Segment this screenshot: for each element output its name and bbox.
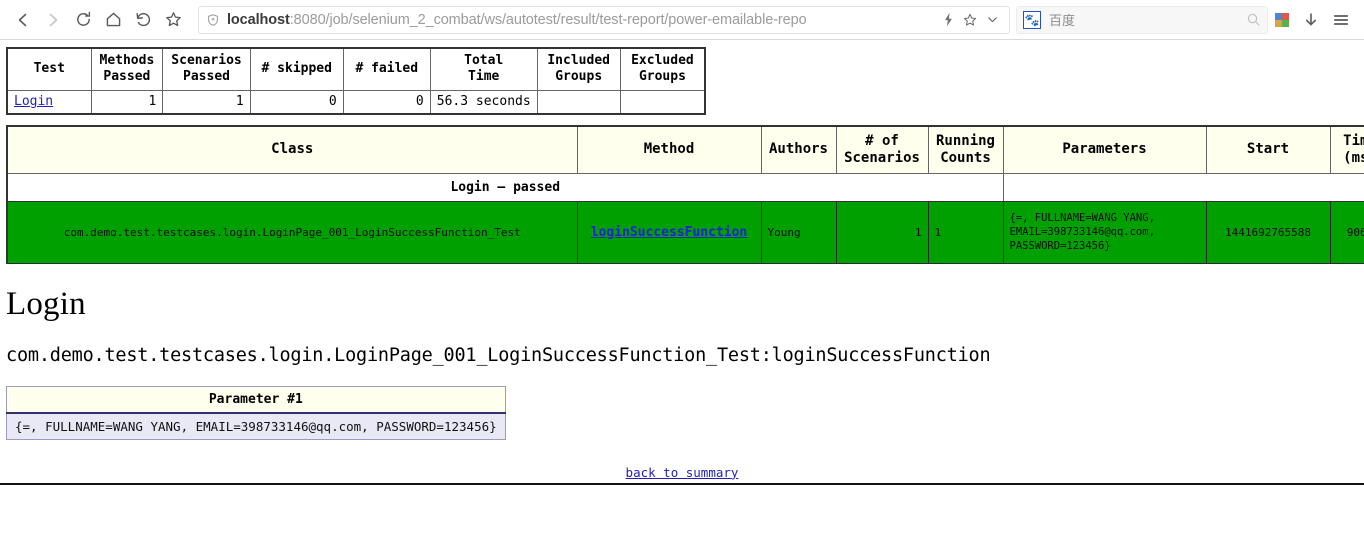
summary-header-scenarios-passed: Scenarios Passed bbox=[162, 47, 251, 91]
label-line2: Passed bbox=[103, 69, 151, 85]
reload-button[interactable] bbox=[68, 5, 98, 35]
summary-header-total-time: Total Time bbox=[429, 47, 538, 91]
suite-banner-blank bbox=[1002, 173, 1364, 202]
summary-header-methods-passed: Methods Passed bbox=[90, 47, 164, 91]
detail-header-scenarios: # of Scenarios bbox=[835, 125, 929, 174]
label-line2: Groups bbox=[555, 69, 603, 85]
summary-cell-total-time: 56.3 seconds bbox=[429, 89, 538, 115]
label-line2: Time bbox=[468, 69, 500, 85]
detail-cell-authors: Young bbox=[760, 200, 837, 264]
summary-header-row: Test Methods Passed Scenarios Passed # ski… bbox=[6, 47, 706, 91]
label-line2: Scenarios bbox=[844, 149, 920, 166]
summary-cell-scenarios-passed: 1 bbox=[162, 89, 251, 115]
apps-grid-icon[interactable] bbox=[1268, 12, 1296, 27]
summary-header-included-groups: Included Groups bbox=[536, 47, 621, 91]
summary-header-skipped: # skipped bbox=[249, 47, 344, 91]
detail-header-authors: Authors bbox=[760, 125, 837, 174]
table-row: com.demo.test.testcases.login.LoginPage_… bbox=[6, 200, 1364, 264]
summary-cell-methods-passed: 1 bbox=[90, 89, 164, 115]
hamburger-menu-icon[interactable] bbox=[1326, 5, 1356, 35]
summary-header-failed: # failed bbox=[342, 47, 431, 91]
lightning-icon[interactable] bbox=[937, 8, 959, 32]
detail-cell-class: com.demo.test.testcases.login.LoginPage_… bbox=[6, 200, 578, 264]
label-line1: Scenarios bbox=[171, 53, 242, 68]
detail-cell-method[interactable]: loginSuccessFunction bbox=[576, 200, 762, 264]
label-line1: Excluded bbox=[631, 53, 694, 68]
label-line2: (ms) bbox=[1343, 149, 1364, 166]
detail-header-row: Class Method Authors # of Scenarios Runni… bbox=[6, 125, 1364, 174]
label-line1: # of bbox=[865, 133, 899, 149]
parameter-header-row: Parameter #1 bbox=[6, 385, 506, 414]
search-box[interactable]: 🐾 百度 bbox=[1016, 5, 1268, 34]
detail-header-time-ms: Time(ms) bbox=[1329, 125, 1364, 174]
label-line1: Time bbox=[1343, 133, 1364, 149]
summary-header-test: Test bbox=[6, 47, 92, 91]
test-link-login[interactable]: Login bbox=[14, 94, 53, 109]
parameter-header-label: Parameter #1 bbox=[6, 385, 506, 414]
bookmark-star-button[interactable] bbox=[158, 5, 188, 35]
label-line2: Passed bbox=[183, 69, 230, 85]
url-host: localhost bbox=[227, 11, 290, 28]
detail-table: Class Method Authors # of Scenarios Runni… bbox=[6, 125, 1364, 264]
summary-table: Test Methods Passed Scenarios Passed # ski… bbox=[6, 47, 707, 115]
summary-cell-excluded-groups bbox=[619, 89, 706, 115]
parameter-value-cell: {=, FULLNAME=WANG YANG, EMAIL=398733146@… bbox=[6, 412, 506, 440]
method-link-loginSuccessFunction[interactable]: loginSuccessFunction bbox=[591, 225, 748, 240]
table-row: {=, FULLNAME=WANG YANG, EMAIL=398733146@… bbox=[6, 412, 506, 440]
summary-header-excluded-groups: Excluded Groups bbox=[619, 47, 706, 91]
history-button[interactable] bbox=[128, 5, 158, 35]
suite-banner-row: Login — passed bbox=[6, 173, 1364, 202]
search-engine-label: 百度 bbox=[1049, 14, 1076, 29]
detail-cell-parameters: {=, FULLNAME=WANG YANG, EMAIL=398733146@… bbox=[1002, 200, 1207, 264]
detail-cell-time-ms: 9065 bbox=[1329, 200, 1364, 264]
download-arrow-icon[interactable] bbox=[1296, 5, 1326, 35]
home-button[interactable] bbox=[98, 5, 128, 35]
detail-header-parameters: Parameters bbox=[1002, 125, 1207, 174]
detail-header-method: Method bbox=[576, 125, 762, 174]
label-line2: Groups bbox=[638, 69, 686, 85]
shield-icon bbox=[205, 12, 221, 28]
label-line1: Running bbox=[935, 133, 995, 149]
detail-header-running-counts: Running Counts bbox=[927, 125, 1004, 174]
baidu-logo-icon: 🐾 bbox=[1023, 10, 1041, 29]
address-bar[interactable]: localhost:8080/job/selenium_2_combat/ws/… bbox=[198, 5, 1010, 34]
url-text: localhost:8080/job/selenium_2_combat/ws/… bbox=[227, 12, 937, 28]
parameter-table: Parameter #1 {=, FULLNAME=WANG YANG, EMA… bbox=[6, 385, 506, 440]
label-line1: Included bbox=[547, 53, 610, 68]
detail-header-start: Start bbox=[1205, 125, 1331, 174]
browser-toolbar: localhost:8080/job/selenium_2_combat/ws/… bbox=[0, 0, 1364, 40]
suite-banner-label: Login — passed bbox=[6, 173, 1004, 202]
detail-cell-scenarios: 1 bbox=[835, 200, 929, 264]
chevron-down-icon[interactable] bbox=[981, 8, 1003, 32]
search-icon[interactable] bbox=[1246, 12, 1261, 27]
forward-button[interactable] bbox=[38, 5, 68, 35]
summary-cell-test[interactable]: Login bbox=[6, 89, 92, 115]
detail-cell-running-counts: 1 bbox=[927, 200, 1004, 264]
label-line1: Methods bbox=[99, 53, 155, 68]
label-line2: Counts bbox=[940, 149, 991, 166]
url-path: :8080/job/selenium_2_combat/ws/autotest/… bbox=[289, 11, 807, 28]
label-line1: Total bbox=[464, 53, 504, 68]
star-outline-icon[interactable] bbox=[959, 8, 981, 32]
test-report-page: Test Methods Passed Scenarios Passed # ski… bbox=[0, 40, 1364, 552]
table-row: Login 1 1 0 0 56.3 seconds bbox=[6, 89, 706, 115]
summary-cell-failed: 0 bbox=[342, 89, 431, 115]
summary-cell-skipped: 0 bbox=[249, 89, 344, 115]
detail-header-class: Class bbox=[6, 125, 578, 174]
back-to-summary-link[interactable]: back to summary bbox=[626, 465, 739, 480]
detail-cell-start: 1441692765588 bbox=[1205, 200, 1331, 264]
back-to-summary-row: back to summary bbox=[0, 462, 1364, 485]
method-signature: com.demo.test.testcases.login.LoginPage_… bbox=[6, 344, 991, 366]
back-button[interactable] bbox=[8, 5, 38, 35]
page-title: Login bbox=[6, 285, 86, 322]
summary-cell-included-groups bbox=[536, 89, 621, 115]
